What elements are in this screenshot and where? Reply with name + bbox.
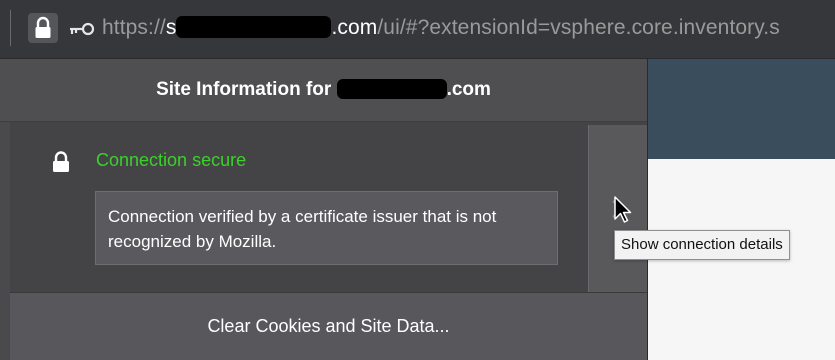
page-background bbox=[647, 59, 835, 360]
redacted-hostname bbox=[176, 16, 332, 38]
redacted-hostname bbox=[336, 79, 447, 99]
tooltip: Show connection details bbox=[614, 230, 790, 260]
certificate-note: Connection verified by a certificate iss… bbox=[108, 207, 497, 251]
url-scheme: https:// bbox=[102, 16, 166, 39]
connection-status: Connection secure bbox=[96, 150, 247, 170]
certificate-note-box: Connection verified by a certificate iss… bbox=[95, 191, 558, 265]
panel-title: Site Information for .com bbox=[0, 59, 647, 122]
site-identity-button[interactable] bbox=[28, 13, 58, 43]
address-bar: https://s .com/ui/#?extensionId=vsphere.c… bbox=[0, 0, 835, 59]
lock-icon bbox=[53, 151, 69, 172]
panel-title-suffix: .com bbox=[446, 79, 491, 100]
key-icon[interactable] bbox=[68, 19, 96, 39]
url-path: /ui/#?extensionId=vsphere.core.inventory… bbox=[377, 16, 780, 39]
lock-icon bbox=[35, 16, 51, 38]
url-host-prefix: s bbox=[165, 16, 177, 39]
mouse-cursor-icon bbox=[614, 196, 632, 223]
site-information-panel: Site Information for .com Connection sec… bbox=[0, 59, 648, 360]
clear-cookies-button[interactable]: Clear Cookies and Site Data... bbox=[10, 293, 647, 360]
url-text[interactable]: https://s .com/ui/#?extensionId=vsphere.c… bbox=[102, 16, 780, 40]
panel-title-prefix: Site Information for bbox=[156, 79, 332, 100]
toolbar-divider bbox=[10, 10, 11, 46]
page-header-band bbox=[647, 59, 835, 159]
url-host-suffix: .com bbox=[331, 16, 378, 39]
